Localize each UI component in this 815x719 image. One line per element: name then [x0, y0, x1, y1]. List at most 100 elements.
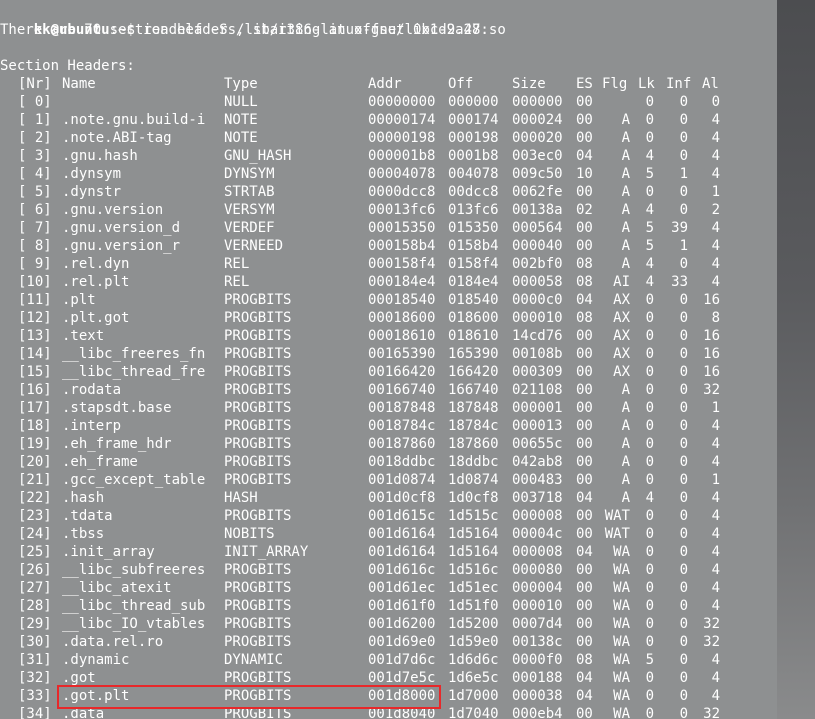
cell-flg: A [621, 490, 630, 506]
cell-name: .tdata [62, 508, 113, 524]
cell-nr: [28] [18, 598, 52, 614]
cell-addr: 001d7d6c [368, 652, 436, 668]
cell-type: PROGBITS [224, 472, 292, 488]
cell-lk: 0 [645, 436, 654, 452]
cell-inf: 0 [679, 148, 688, 164]
terminal-window[interactable]: kk@ubuntu:~$ readelf -S /lib/i386-linux-… [0, 0, 777, 719]
cell-lk: 0 [645, 130, 654, 146]
cell-es: 00 [576, 472, 593, 488]
cell-nr: [16] [18, 382, 52, 398]
cell-type: DYNSYM [224, 166, 275, 182]
cell-inf: 0 [679, 292, 688, 308]
cell-es: 04 [576, 544, 593, 560]
header-es: ES [576, 76, 593, 92]
table-row: [12] .plt.got PROGBITS 00018600 018600 000010… [0, 309, 777, 327]
table-row: [25] .init_array INIT_ARRAY 001d6164 1d5164 0… [0, 543, 777, 561]
cell-type: PROGBITS [224, 634, 292, 650]
cell-flg: AX [613, 310, 630, 326]
cell-es: 08 [576, 310, 593, 326]
cell-nr: [27] [18, 580, 52, 596]
cell-name: .dynamic [62, 652, 130, 668]
cell-off: 1d7000 [448, 688, 499, 704]
cell-inf: 0 [679, 418, 688, 434]
cell-off: 1d51ec [448, 580, 499, 596]
cell-es: 00 [576, 400, 593, 416]
cell-name: __libc_IO_vtables [62, 616, 206, 632]
cell-addr: 0018784c [368, 418, 436, 434]
cell-lk: 5 [645, 166, 654, 182]
cell-flg: A [621, 400, 630, 416]
cell-es: 00 [576, 112, 593, 128]
cell-al: 4 [711, 238, 720, 254]
cell-size: 000564 [512, 220, 563, 236]
cell-lk: 0 [645, 472, 654, 488]
cell-al: 32 [703, 706, 720, 719]
cell-inf: 0 [679, 562, 688, 578]
cell-inf: 0 [679, 184, 688, 200]
cell-al: 4 [711, 220, 720, 236]
cell-size: 000008 [512, 544, 563, 560]
cell-nr: [12] [18, 310, 52, 326]
cell-lk: 0 [645, 634, 654, 650]
cell-type: NOTE [224, 130, 258, 146]
table-row: [ 1] .note.gnu.build-i NOTE 00000174 000174 0… [0, 111, 777, 129]
cell-nr: [20] [18, 454, 52, 470]
cell-flg: AX [613, 364, 630, 380]
cell-type: PROGBITS [224, 418, 292, 434]
table-row: [20] .eh_frame PROGBITS 0018ddbc 18ddbc 042ab… [0, 453, 777, 471]
cell-off: 015350 [448, 220, 499, 236]
cell-nr: [ 8] [18, 238, 52, 254]
cell-name: __libc_subfreeres [62, 562, 206, 578]
cell-off: 000198 [448, 130, 499, 146]
cell-off: 018610 [448, 328, 499, 344]
cell-flg: WA [613, 688, 630, 704]
cell-name: .tbss [62, 526, 105, 542]
cell-al: 32 [703, 634, 720, 650]
cell-addr: 001d61f0 [368, 598, 436, 614]
cell-inf: 0 [679, 580, 688, 596]
cell-off: 00dcc8 [448, 184, 499, 200]
cell-al: 4 [711, 508, 720, 524]
cell-off: 1d516c [448, 562, 499, 578]
cell-es: 00 [576, 94, 593, 110]
cell-inf: 0 [679, 706, 688, 719]
cell-es: 00 [576, 364, 593, 380]
cell-flg: WA [613, 706, 630, 719]
cell-lk: 0 [645, 706, 654, 719]
cell-nr: [21] [18, 472, 52, 488]
cell-addr: 000001b8 [368, 148, 436, 164]
table-row: [ 3] .gnu.hash GNU_HASH 000001b8 0001b8 003ec… [0, 147, 777, 165]
cell-size: 0062fe [512, 184, 563, 200]
cell-es: 00 [576, 130, 593, 146]
cell-name: .plt.got [62, 310, 130, 326]
section-headers-title: Section Headers: [0, 58, 135, 74]
cell-nr: [15] [18, 364, 52, 380]
cell-off: 1d7040 [448, 706, 499, 719]
table-row: [13] .text PROGBITS 00018610 018610 14cd76 00 A… [0, 327, 777, 345]
cell-off: 1d5164 [448, 526, 499, 542]
cell-addr: 00000174 [368, 112, 436, 128]
cell-inf: 0 [679, 202, 688, 218]
cell-addr: 001d615c [368, 508, 436, 524]
cell-inf: 0 [679, 670, 688, 686]
cell-type: VERDEF [224, 220, 275, 236]
table-row: [14] __libc_freeres_fn PROGBITS 00165390 165… [0, 345, 777, 363]
cell-flg [598, 93, 630, 111]
cell-flg: A [621, 382, 630, 398]
cell-al: 1 [711, 184, 720, 200]
cell-off: 187860 [448, 436, 499, 452]
table-row: [11] .plt PROGBITS 00018540 018540 0000c0 04 AX… [0, 291, 777, 309]
prompt-line: kk@ubuntu:~$ readelf -S /lib/i386-linux-… [0, 3, 506, 38]
cell-inf: 39 [671, 220, 688, 236]
cell-name: .text [62, 328, 105, 344]
cell-size: 003ec0 [512, 148, 563, 164]
cell-off: 165390 [448, 346, 499, 362]
cell-nr: [18] [18, 418, 52, 434]
cell-type: NOTE [224, 112, 258, 128]
cell-es: 04 [576, 670, 593, 686]
cell-size: 000000 [512, 94, 563, 110]
cell-type: PROGBITS [224, 616, 292, 632]
cell-type: INIT_ARRAY [224, 544, 309, 560]
cell-size: 000013 [512, 418, 563, 434]
cell-size: 000483 [512, 472, 563, 488]
